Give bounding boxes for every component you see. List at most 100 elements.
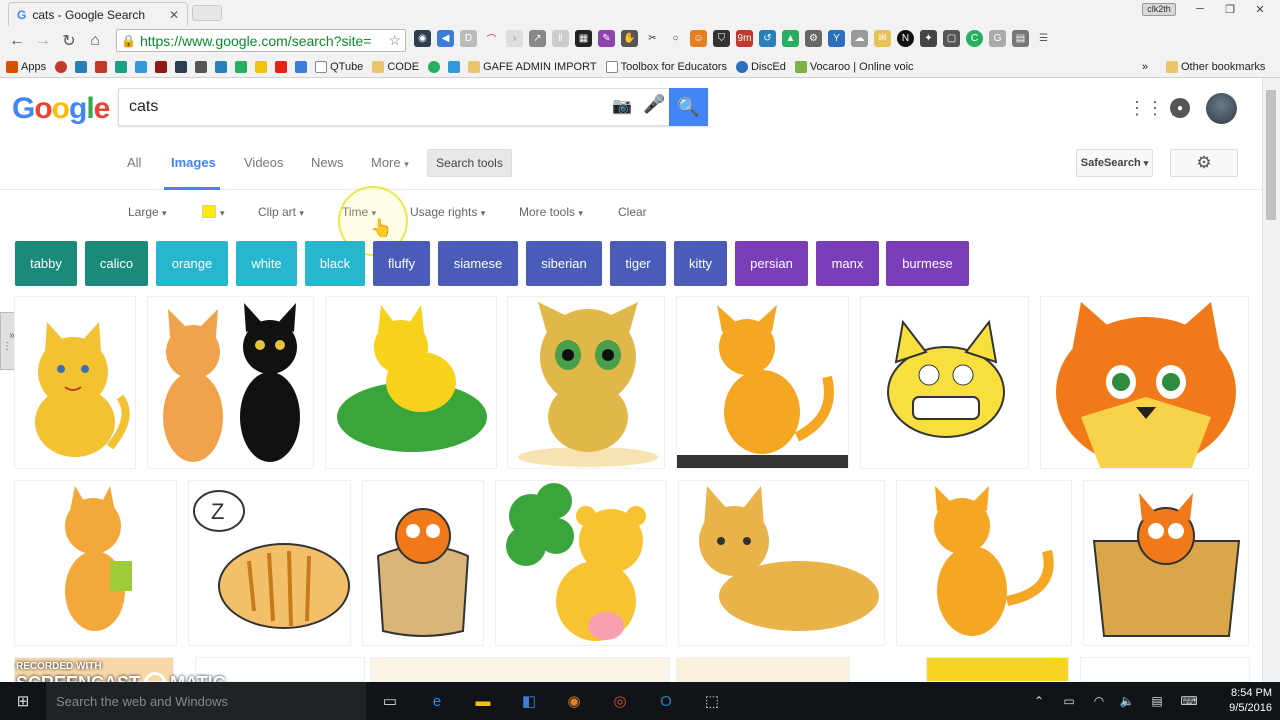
chip-kitty[interactable]: kitty [674,241,727,286]
message-icon[interactable]: ▤ [1146,690,1168,712]
close-window-icon[interactable]: ✕ [1246,0,1274,18]
image-result[interactable] [1080,657,1250,682]
extension-icon[interactable]: ↺ [759,30,776,47]
bookmark-icon[interactable] [55,60,68,73]
bookmark-icon[interactable] [235,60,248,73]
bookmark-icon[interactable] [255,60,268,73]
bookmark-apps[interactable]: Apps [6,60,46,73]
chip-tabby[interactable]: tabby [15,241,77,286]
bookmark-icon[interactable] [75,60,88,73]
snipping-tool-icon[interactable]: ⬚ [701,690,723,712]
image-result[interactable] [147,296,314,469]
bookmark-vocaroo[interactable]: Vocaroo | Online voic [794,60,914,73]
chip-manx[interactable]: manx [816,241,879,286]
tab-all[interactable]: All [127,155,141,170]
reload-icon[interactable]: ↻ [56,31,82,51]
image-result[interactable] [896,480,1072,646]
type-filter[interactable]: Clip art ▾ [258,205,304,219]
back-icon[interactable]: ← [4,32,30,50]
chip-persian[interactable]: persian [735,241,808,286]
more-tools-filter[interactable]: More tools ▾ [519,205,583,219]
scrollbar-thumb[interactable] [1266,90,1276,220]
chip-black[interactable]: black [305,241,365,286]
extension-icon[interactable]: N [897,30,914,47]
browser-tab[interactable]: G cats - Google Search ✕ [8,2,188,26]
tab-news[interactable]: News [311,155,344,170]
extension-icon[interactable]: ✦ [920,30,937,47]
image-result[interactable] [507,296,665,469]
bookmark-disced[interactable]: DiscEd [735,60,786,73]
bookmark-toolbox[interactable]: Toolbox for Educators [605,60,727,73]
other-bookmarks[interactable]: Other bookmarks [1166,60,1265,73]
tab-videos[interactable]: Videos [244,155,284,170]
taskbar-search-box[interactable]: Search the web and Windows [46,682,366,720]
maximize-icon[interactable]: ❐ [1216,0,1244,18]
extension-icon[interactable]: ▢ [943,30,960,47]
extension-icon[interactable]: ✎ [598,30,615,47]
image-result[interactable] [1083,480,1249,646]
extension-icon[interactable]: G [989,30,1006,47]
usage-rights-filter[interactable]: Usage rights ▾ [410,205,485,219]
minimize-icon[interactable]: ─ [1186,0,1214,18]
image-result[interactable] [14,480,177,646]
edge-icon[interactable]: e [426,690,448,712]
firefox-icon[interactable]: ◉ [563,690,585,712]
extension-icon[interactable]: › [506,30,523,47]
image-result[interactable] [860,296,1029,469]
extension-icon[interactable]: ⛉ [713,30,730,47]
volume-icon[interactable]: 🔈 [1116,690,1138,712]
battery-icon[interactable]: ▭ [1058,690,1080,712]
image-result[interactable] [676,296,849,469]
chip-siamese[interactable]: siamese [438,241,518,286]
extension-icon[interactable]: ▤ [1012,30,1029,47]
chip-burmese[interactable]: burmese [886,241,969,286]
user-profile-chip[interactable]: clk2th [1142,3,1176,16]
extension-icon[interactable]: ☁ [851,30,868,47]
store-icon[interactable]: ◧ [518,690,540,712]
bookmark-icon[interactable] [215,60,228,73]
extension-icon[interactable]: ○ [667,30,684,47]
google-logo[interactable]: Google [12,92,110,126]
tab-images[interactable]: Images [171,155,216,170]
image-result[interactable] [676,657,850,682]
image-result[interactable] [495,480,667,646]
extension-icon[interactable]: Y [828,30,845,47]
chevron-up-icon[interactable]: ⌃ [1028,690,1050,712]
extension-icon[interactable]: ◀ [437,30,454,47]
wifi-icon[interactable]: ◠ [1088,690,1110,712]
extension-icon[interactable]: ◉ [414,30,431,47]
close-tab-icon[interactable]: ✕ [169,8,179,22]
task-view-icon[interactable]: ▭ [379,690,401,712]
chip-calico[interactable]: calico [85,241,148,286]
new-tab-button[interactable] [192,5,222,21]
extension-icon[interactable]: ✉ [874,30,891,47]
chip-orange[interactable]: orange [156,241,228,286]
clear-filters-link[interactable]: Clear [618,205,647,219]
bookmark-icon[interactable] [135,60,148,73]
extension-icon[interactable]: 9m [736,30,753,47]
image-result[interactable] [678,480,885,646]
image-result[interactable]: Z [188,480,351,646]
image-result[interactable] [325,296,497,469]
chip-tiger[interactable]: tiger [610,241,666,286]
bookmark-icon[interactable] [428,60,441,73]
extension-icon[interactable]: ↗ [529,30,546,47]
color-filter-swatch[interactable] [202,205,216,218]
extension-icon[interactable]: ✂ [644,30,661,47]
camera-icon[interactable]: 📷 [612,96,632,116]
extension-icon[interactable]: ☺ [690,30,707,47]
address-bar[interactable]: 🔒 https://www.google.com/search?site= ☆ [116,29,406,52]
extension-icon[interactable]: ▦ [575,30,592,47]
chip-fluffy[interactable]: fluffy [373,241,430,286]
settings-button[interactable]: ⚙ [1170,149,1238,177]
extension-icon[interactable]: D [460,30,477,47]
chip-white[interactable]: white [236,241,297,286]
extension-icon[interactable]: ⚙ [805,30,822,47]
more-bookmarks-icon[interactable]: » [1142,61,1148,73]
image-result[interactable] [14,296,136,469]
outlook-icon[interactable]: O [655,690,677,712]
bookmark-icon[interactable] [95,60,108,73]
file-explorer-icon[interactable]: ▬ [472,690,494,712]
bookmark-icon[interactable] [295,60,308,73]
windows-start-icon[interactable]: ⊞ [12,690,34,712]
